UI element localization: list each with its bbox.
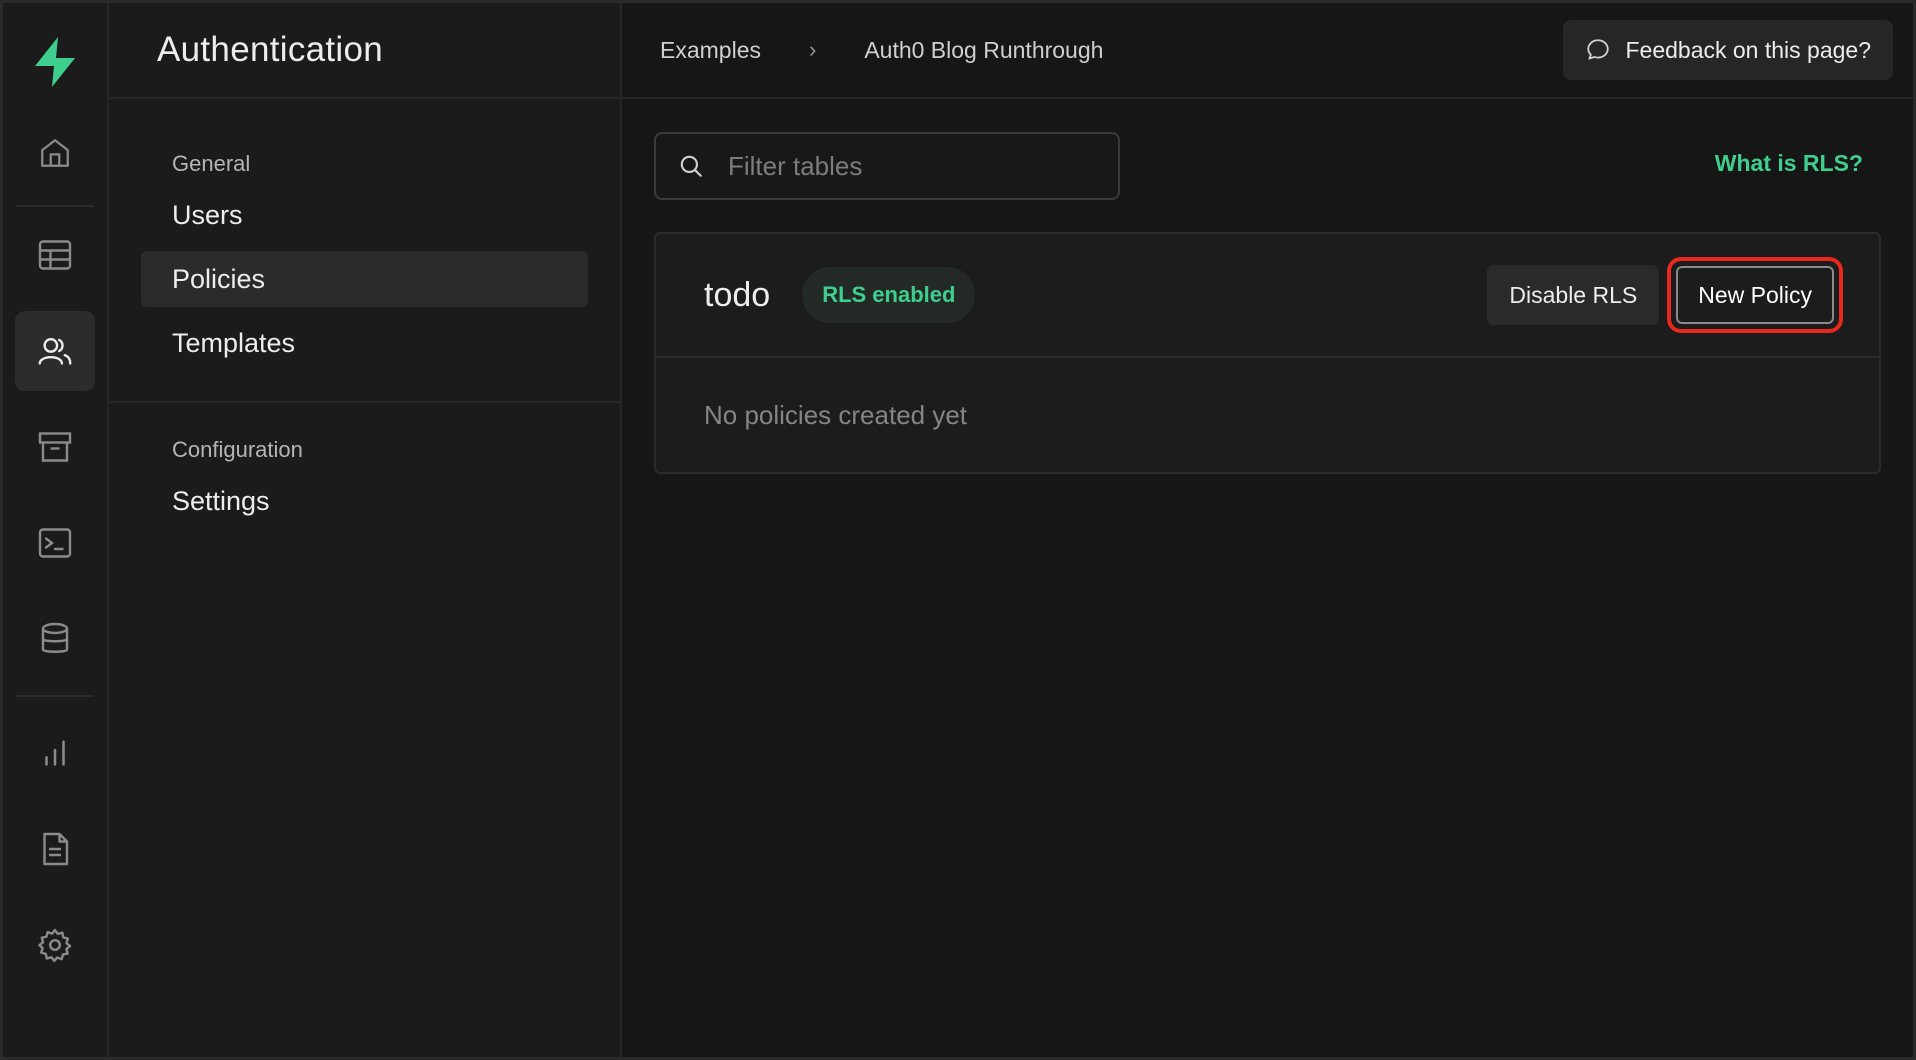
new-policy-highlight: New Policy bbox=[1667, 257, 1843, 333]
main-content: Examples › Auth0 Blog Runthrough Feedbac… bbox=[622, 3, 1913, 1057]
sidebar-header: Authentication bbox=[109, 3, 620, 99]
home-icon[interactable] bbox=[15, 113, 95, 193]
table-policies-card: todo RLS enabled Disable RLS New Policy … bbox=[654, 232, 1881, 474]
app-window: Authentication General Users Policies Te… bbox=[0, 0, 1916, 1060]
chart-icon[interactable] bbox=[15, 713, 95, 793]
auth-sidebar: Authentication General Users Policies Te… bbox=[109, 3, 622, 1057]
document-icon[interactable] bbox=[15, 809, 95, 889]
gear-icon[interactable] bbox=[15, 905, 95, 985]
feedback-label: Feedback on this page? bbox=[1625, 36, 1871, 63]
icon-rail bbox=[3, 3, 109, 1057]
group-label-configuration: Configuration bbox=[172, 437, 303, 462]
disable-rls-button[interactable]: Disable RLS bbox=[1487, 265, 1660, 325]
table-card-header: todo RLS enabled Disable RLS New Policy bbox=[656, 234, 1879, 358]
topbar: Examples › Auth0 Blog Runthrough Feedbac… bbox=[622, 3, 1913, 99]
policies-toolbar: What is RLS? bbox=[654, 132, 1881, 200]
sidebar-item-settings[interactable]: Settings bbox=[141, 473, 588, 529]
rls-status-badge: RLS enabled bbox=[802, 267, 976, 323]
supabase-logo-icon[interactable] bbox=[26, 33, 84, 91]
breadcrumb-separator: › bbox=[808, 37, 817, 62]
chat-bubble-icon bbox=[1585, 37, 1611, 63]
empty-policies-text: No policies created yet bbox=[704, 399, 968, 430]
breadcrumb-examples[interactable]: Examples bbox=[660, 37, 761, 64]
sidebar-title: Authentication bbox=[157, 30, 384, 69]
table-card-body: No policies created yet bbox=[656, 358, 1879, 472]
search-icon bbox=[678, 153, 704, 179]
what-is-rls-link[interactable]: What is RLS? bbox=[1715, 150, 1863, 177]
sidebar-item-users[interactable]: Users bbox=[141, 187, 588, 243]
sidebar-item-policies[interactable]: Policies bbox=[141, 251, 588, 307]
filter-tables-search[interactable] bbox=[654, 132, 1120, 200]
filter-tables-input[interactable] bbox=[728, 150, 1088, 182]
new-policy-button[interactable]: New Policy bbox=[1676, 266, 1834, 324]
rail-divider bbox=[16, 695, 94, 697]
feedback-button[interactable]: Feedback on this page? bbox=[1563, 20, 1893, 80]
breadcrumb-project[interactable]: Auth0 Blog Runthrough bbox=[864, 37, 1103, 64]
group-label-general: General bbox=[172, 151, 251, 176]
sidebar-item-templates[interactable]: Templates bbox=[141, 315, 588, 371]
rail-divider bbox=[16, 205, 94, 207]
table-name: todo bbox=[704, 275, 771, 314]
terminal-icon[interactable] bbox=[15, 503, 95, 583]
users-icon[interactable] bbox=[15, 311, 95, 391]
storage-icon[interactable] bbox=[15, 407, 95, 487]
database-icon[interactable] bbox=[15, 599, 95, 679]
table-icon[interactable] bbox=[15, 215, 95, 295]
